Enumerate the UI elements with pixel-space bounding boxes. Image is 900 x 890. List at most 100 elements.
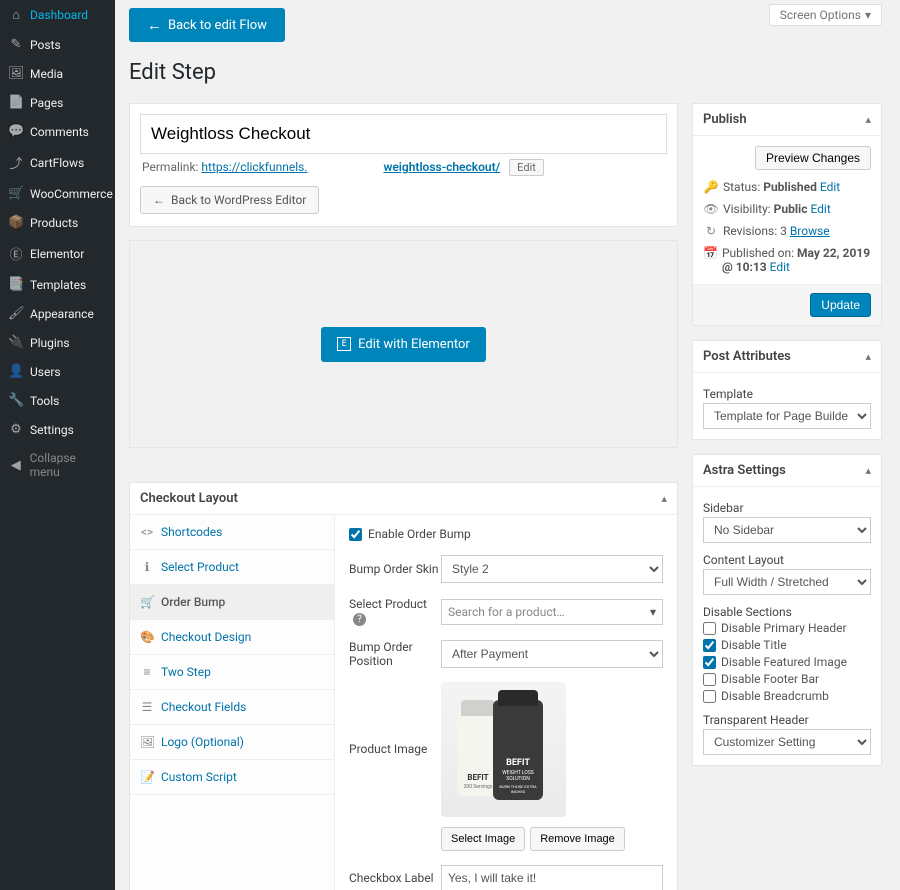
- page-title: Edit Step: [129, 60, 882, 85]
- astra-sidebar-select[interactable]: No Sidebar: [703, 517, 871, 543]
- disable-footer-bar-checkbox[interactable]: [703, 673, 716, 686]
- bump-skin-select[interactable]: Style 2: [441, 555, 663, 583]
- disable-primary-header-checkbox[interactable]: [703, 622, 716, 635]
- checkout-layout-title: Checkout Layout: [140, 491, 238, 506]
- edit-visibility-link[interactable]: Edit: [810, 202, 830, 216]
- revisions-icon: ↻: [703, 224, 719, 238]
- disable-title-checkbox[interactable]: [703, 639, 716, 652]
- enable-order-bump-checkbox[interactable]: [349, 528, 362, 541]
- sidebar-item-dashboard[interactable]: ⌂Dashboard: [0, 0, 115, 30]
- posts-icon: ✎: [8, 37, 24, 52]
- tab-logo[interactable]: 🖼Logo (Optional): [130, 725, 334, 760]
- settings-icon: ⚙: [8, 422, 24, 437]
- template-select[interactable]: Template for Page Builders: [703, 403, 871, 429]
- edit-date-link[interactable]: Edit: [770, 260, 790, 274]
- sidebar-item-settings[interactable]: ⚙Settings: [0, 415, 115, 444]
- sidebar-item-media[interactable]: 🖼Media: [0, 59, 115, 88]
- sidebar-item-products[interactable]: 📦Products: [0, 208, 115, 237]
- tab-order-bump[interactable]: 🛒Order Bump: [130, 585, 334, 620]
- arrow-left-icon: ←: [153, 193, 165, 207]
- calendar-icon: 📅: [703, 246, 718, 260]
- tab-checkout-design[interactable]: 🎨Checkout Design: [130, 620, 334, 655]
- code-icon: <>: [140, 525, 154, 539]
- cartflows-icon: ⤴: [8, 153, 24, 172]
- help-icon[interactable]: ?: [353, 613, 366, 626]
- woocommerce-icon: 🛒: [8, 186, 24, 201]
- sidebar-item-woocommerce[interactable]: 🛒WooCommerce: [0, 179, 115, 208]
- comments-icon: 💬: [8, 124, 24, 139]
- update-button[interactable]: Update: [810, 293, 871, 317]
- users-icon: 👤: [8, 364, 24, 379]
- eye-icon: 👁: [703, 202, 719, 216]
- bump-position-select[interactable]: After Payment: [441, 640, 663, 668]
- checkout-tabs: <>Shortcodes ℹSelect Product 🛒Order Bump…: [130, 515, 335, 890]
- disable-breadcrumb-checkbox[interactable]: [703, 690, 716, 703]
- product-image-preview: BEFIT200 Servings BEFITWEIGHT LOSS SOLUT…: [441, 682, 566, 817]
- sidebar-item-pages[interactable]: 📄Pages: [0, 88, 115, 117]
- sidebar-item-comments[interactable]: 💬Comments: [0, 117, 115, 146]
- elementor-icon: Ⓔ: [8, 244, 24, 263]
- astra-settings-panel: Astra Settings▴ Sidebar No Sidebar Conte…: [692, 454, 882, 766]
- fields-icon: ☰: [140, 700, 154, 714]
- disable-featured-image-checkbox[interactable]: [703, 656, 716, 669]
- order-bump-form: Enable Order Bump Bump Order SkinStyle 2…: [335, 515, 677, 890]
- templates-icon: 📑: [8, 277, 24, 292]
- sidebar-item-appearance[interactable]: 🖌Appearance: [0, 299, 115, 328]
- select-product-search[interactable]: Search for a product…: [441, 599, 663, 625]
- elementor-icon: E: [337, 337, 351, 351]
- panel-toggle-icon[interactable]: ▴: [865, 464, 871, 477]
- media-icon: 🖼: [8, 66, 24, 81]
- sidebar-item-users[interactable]: 👤Users: [0, 357, 115, 386]
- image-icon: 🖼: [140, 735, 154, 749]
- cart-icon: 🛒: [140, 595, 154, 609]
- arrow-left-icon: ←: [147, 16, 162, 34]
- permalink-slug-link[interactable]: weightloss-checkout/: [383, 160, 500, 174]
- back-to-wp-editor-button[interactable]: ←Back to WordPress Editor: [140, 186, 319, 214]
- checkbox-label-input[interactable]: [441, 865, 663, 890]
- tab-two-step[interactable]: ≡Two Step: [130, 655, 334, 690]
- pages-icon: 📄: [8, 95, 24, 110]
- astra-content-select[interactable]: Full Width / Stretched: [703, 569, 871, 595]
- tab-select-product[interactable]: ℹSelect Product: [130, 550, 334, 585]
- publish-panel: Publish▴ Preview Changes 🔑Status: Publis…: [692, 103, 882, 326]
- browse-revisions-link[interactable]: Browse: [790, 224, 830, 238]
- permalink-base-link[interactable]: https://clickfunnels.: [201, 160, 307, 174]
- tab-shortcodes[interactable]: <>Shortcodes: [130, 515, 334, 550]
- sidebar-item-templates[interactable]: 📑Templates: [0, 270, 115, 299]
- edit-slug-button[interactable]: Edit: [509, 159, 544, 176]
- sidebar-item-plugins[interactable]: 🔌Plugins: [0, 328, 115, 357]
- script-icon: 📝: [140, 770, 154, 784]
- step-title-input[interactable]: [140, 114, 667, 154]
- panel-toggle-icon[interactable]: ▴: [661, 492, 667, 505]
- edit-status-link[interactable]: Edit: [820, 180, 840, 194]
- sidebar-item-cartflows[interactable]: ⤴CartFlows: [0, 146, 115, 179]
- products-icon: 📦: [8, 215, 24, 230]
- dashboard-icon: ⌂: [8, 7, 24, 23]
- elementor-editor-area: EEdit with Elementor: [129, 240, 678, 448]
- permalink-row: Permalink: https://clickfunnels. weightl…: [140, 154, 667, 186]
- preview-changes-button[interactable]: Preview Changes: [755, 146, 871, 170]
- sidebar-item-elementor[interactable]: ⒺElementor: [0, 237, 115, 270]
- screen-options-button[interactable]: Screen Options: [769, 4, 882, 26]
- tab-custom-script[interactable]: 📝Custom Script: [130, 760, 334, 795]
- sidebar-item-tools[interactable]: 🔧Tools: [0, 386, 115, 415]
- admin-sidebar: ⌂Dashboard ✎Posts 🖼Media 📄Pages 💬Comment…: [0, 0, 115, 890]
- main-content: Screen Options ←Back to edit Flow Edit S…: [115, 0, 900, 890]
- panel-toggle-icon[interactable]: ▴: [865, 350, 871, 363]
- transparent-header-select[interactable]: Customizer Setting: [703, 729, 871, 755]
- edit-with-elementor-button[interactable]: EEdit with Elementor: [321, 327, 486, 362]
- panel-toggle-icon[interactable]: ▴: [865, 113, 871, 126]
- info-icon: ℹ: [140, 560, 154, 574]
- collapse-icon: ◀: [8, 458, 24, 473]
- back-to-flow-button[interactable]: ←Back to edit Flow: [129, 8, 285, 42]
- key-icon: 🔑: [703, 180, 719, 194]
- remove-image-button[interactable]: Remove Image: [530, 827, 625, 851]
- tab-checkout-fields[interactable]: ☰Checkout Fields: [130, 690, 334, 725]
- select-image-button[interactable]: Select Image: [441, 827, 525, 851]
- post-attributes-panel: Post Attributes▴ Template Template for P…: [692, 340, 882, 440]
- checkout-layout-panel: Checkout Layout ▴ <>Shortcodes ℹSelect Pr…: [129, 482, 678, 890]
- sidebar-item-collapse[interactable]: ◀Collapse menu: [0, 444, 115, 486]
- sidebar-item-posts[interactable]: ✎Posts: [0, 30, 115, 59]
- appearance-icon: 🖌: [8, 306, 24, 321]
- design-icon: 🎨: [140, 630, 154, 644]
